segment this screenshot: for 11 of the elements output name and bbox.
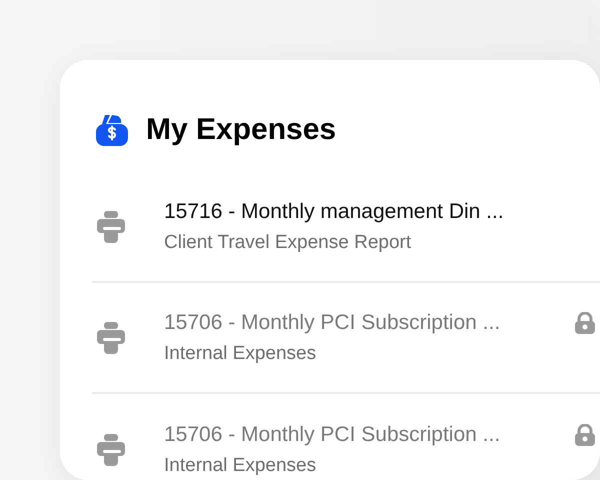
expense-subtitle: Internal Expenses xyxy=(164,454,318,476)
expense-title[interactable]: 15706 - Monthly PCI Subscription ... xyxy=(164,310,567,334)
money-bag-icon xyxy=(96,114,128,146)
card-title: My Expenses xyxy=(146,113,336,147)
expense-title[interactable]: 15716 - Monthly management Din ... xyxy=(164,200,567,224)
printer-icon xyxy=(96,320,126,356)
expense-subtitle: Internal Expenses xyxy=(164,342,318,364)
expense-subtitle: Client Travel Expense Report xyxy=(164,232,412,254)
printer-icon xyxy=(96,432,126,468)
expense-title[interactable]: 15706 - Monthly PCI Subscription ... xyxy=(164,422,567,446)
printer-icon xyxy=(96,208,126,244)
